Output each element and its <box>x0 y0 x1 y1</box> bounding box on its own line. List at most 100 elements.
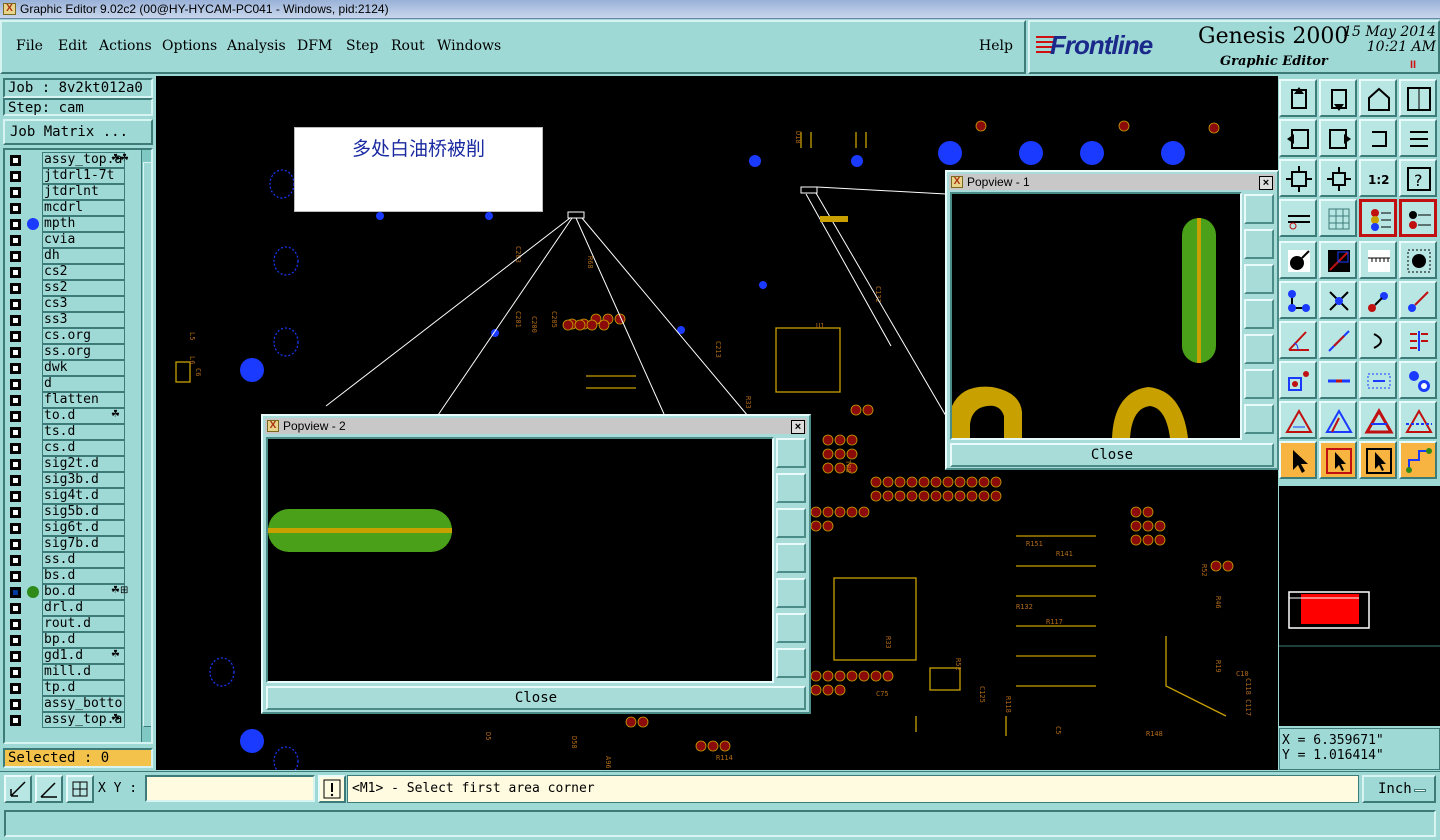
layer-checkbox[interactable] <box>10 235 21 246</box>
arc-icon[interactable] <box>1359 321 1397 359</box>
split-view-icon[interactable] <box>1399 79 1437 117</box>
layer-name[interactable]: ss3 <box>42 312 125 328</box>
layer-row[interactable]: mpth <box>5 216 141 232</box>
layer-row[interactable]: bo.d ☘⊞ <box>5 584 141 600</box>
layer-checkbox[interactable] <box>10 155 21 166</box>
layer-name[interactable]: assy_botto <box>42 696 125 712</box>
popview-1-pan-down-icon[interactable] <box>1244 264 1274 294</box>
job-matrix-button[interactable]: Job Matrix ... <box>3 119 153 145</box>
triangle-cut-icon[interactable] <box>1399 401 1437 439</box>
layer-checkbox[interactable] <box>10 411 21 422</box>
layer-name[interactable]: ss.org <box>42 344 125 360</box>
grid-icon[interactable] <box>1319 199 1357 237</box>
menu-actions[interactable]: Actions <box>99 38 152 54</box>
stretch-icon[interactable] <box>1319 361 1357 399</box>
layer-name[interactable]: mcdrl <box>42 200 125 216</box>
layer-row[interactable]: cs.d <box>5 440 141 456</box>
layer-row[interactable]: assy_botto <box>5 696 141 712</box>
layer-row[interactable]: sig6t.d <box>5 520 141 536</box>
snap-corner-icon[interactable] <box>4 775 32 803</box>
layer-features-icon[interactable] <box>1399 199 1437 237</box>
layer-row[interactable]: assy_top.a ☘☘ <box>5 152 141 168</box>
layer-scroll-thumb[interactable] <box>143 162 151 727</box>
popview-1-zoom-out-icon[interactable] <box>1244 369 1274 399</box>
alert-icon[interactable] <box>318 775 346 803</box>
menu-rout[interactable]: Rout <box>391 38 425 54</box>
move-select-icon[interactable] <box>1279 361 1317 399</box>
layer-checkbox[interactable] <box>10 171 21 182</box>
units-selector[interactable]: Inch <box>1362 775 1436 803</box>
layer-name[interactable]: flatten <box>42 392 125 408</box>
popview-2-zoom-fit-icon[interactable] <box>776 438 806 468</box>
zoom-out-icon[interactable] <box>1279 159 1317 197</box>
pointer-box-icon[interactable] <box>1319 441 1357 479</box>
move-pad-icon[interactable] <box>1359 281 1397 319</box>
layer-checkbox[interactable] <box>10 507 21 518</box>
layer-name[interactable]: cs3 <box>42 296 125 312</box>
pointer-icon[interactable] <box>1279 441 1317 479</box>
layer-name[interactable]: cs2 <box>42 264 125 280</box>
layer-name[interactable]: sig4t.d <box>42 488 125 504</box>
triangle-edit-icon[interactable] <box>1319 401 1357 439</box>
popview-2-pan-right-icon[interactable] <box>776 578 806 608</box>
layer-checkbox[interactable] <box>10 251 21 262</box>
layer-row[interactable]: sig3b.d <box>5 472 141 488</box>
layer-checkbox[interactable] <box>10 379 21 390</box>
layer-name[interactable]: tp.d <box>42 680 125 696</box>
layer-checkbox[interactable] <box>10 635 21 646</box>
layer-row[interactable]: cs2 <box>5 264 141 280</box>
popview-2-close-button[interactable]: Close <box>266 686 806 710</box>
layer-row[interactable]: tp.d <box>5 680 141 696</box>
layer-checkbox[interactable] <box>10 427 21 438</box>
pan-right-icon[interactable] <box>1319 119 1357 157</box>
popview-1-pan-right-icon[interactable] <box>1244 334 1274 364</box>
layer-checkbox[interactable] <box>10 395 21 406</box>
layer-checkbox[interactable] <box>10 491 21 502</box>
pan-down-icon[interactable] <box>1319 79 1357 117</box>
layer-name[interactable]: ss.d <box>42 552 125 568</box>
layer-row[interactable]: d <box>5 376 141 392</box>
popview-2-view[interactable] <box>266 437 774 683</box>
layer-checkbox[interactable] <box>10 683 21 694</box>
layer-name[interactable]: ts.d <box>42 424 125 440</box>
layer-checkbox[interactable] <box>10 363 21 374</box>
angle-line-icon[interactable] <box>1279 321 1317 359</box>
popview-1-zoom-fit-icon[interactable] <box>1244 194 1274 224</box>
pad-group-icon[interactable] <box>1399 361 1437 399</box>
layer-name[interactable]: bp.d <box>42 632 125 648</box>
snap-angle-icon[interactable] <box>35 775 63 803</box>
pause-icon[interactable]: II <box>1410 59 1416 71</box>
popview-2-pan-left-icon[interactable] <box>776 543 806 573</box>
layer-name[interactable]: jtdrlnt <box>42 184 125 200</box>
layer-checkbox[interactable] <box>10 667 21 678</box>
add-line-icon[interactable] <box>1319 241 1357 279</box>
layer-name[interactable]: jtdrl1-7t <box>42 168 125 184</box>
layer-row[interactable]: sig4t.d <box>5 488 141 504</box>
rotate-icon[interactable] <box>1359 119 1397 157</box>
xy-input[interactable] <box>145 775 315 802</box>
popview-2-pan-down-icon[interactable] <box>776 508 806 538</box>
layer-row[interactable]: bp.d <box>5 632 141 648</box>
layer-row[interactable]: to.d ☘ <box>5 408 141 424</box>
layer-row[interactable]: rout.d <box>5 616 141 632</box>
menu-help[interactable]: Help <box>979 38 1013 54</box>
layer-name[interactable]: sig7b.d <box>42 536 125 552</box>
layer-name[interactable]: bs.d <box>42 568 125 584</box>
layer-row[interactable]: cs3 <box>5 296 141 312</box>
layer-name[interactable]: cs.org <box>42 328 125 344</box>
layer-name[interactable]: drl.d <box>42 600 125 616</box>
line-edit-icon[interactable] <box>1319 321 1357 359</box>
layer-row[interactable]: gd1.d ☘ <box>5 648 141 664</box>
layer-row[interactable]: flatten <box>5 392 141 408</box>
cross-select-icon[interactable] <box>1319 281 1357 319</box>
mirror-icon[interactable] <box>1399 119 1437 157</box>
popview-2-titlebar[interactable]: X Popview - 2 × <box>265 418 807 434</box>
popview-2-zoom-out-icon[interactable] <box>776 613 806 643</box>
popview-1-pan-left-icon[interactable] <box>1244 299 1274 329</box>
layer-checkbox[interactable] <box>10 619 21 630</box>
menu-step[interactable]: Step <box>346 38 378 54</box>
popview-1-close-button[interactable]: Close <box>950 443 1274 467</box>
popview-1-pan-up-icon[interactable] <box>1244 229 1274 259</box>
layer-checkbox[interactable] <box>10 315 21 326</box>
layer-row[interactable]: ss2 <box>5 280 141 296</box>
